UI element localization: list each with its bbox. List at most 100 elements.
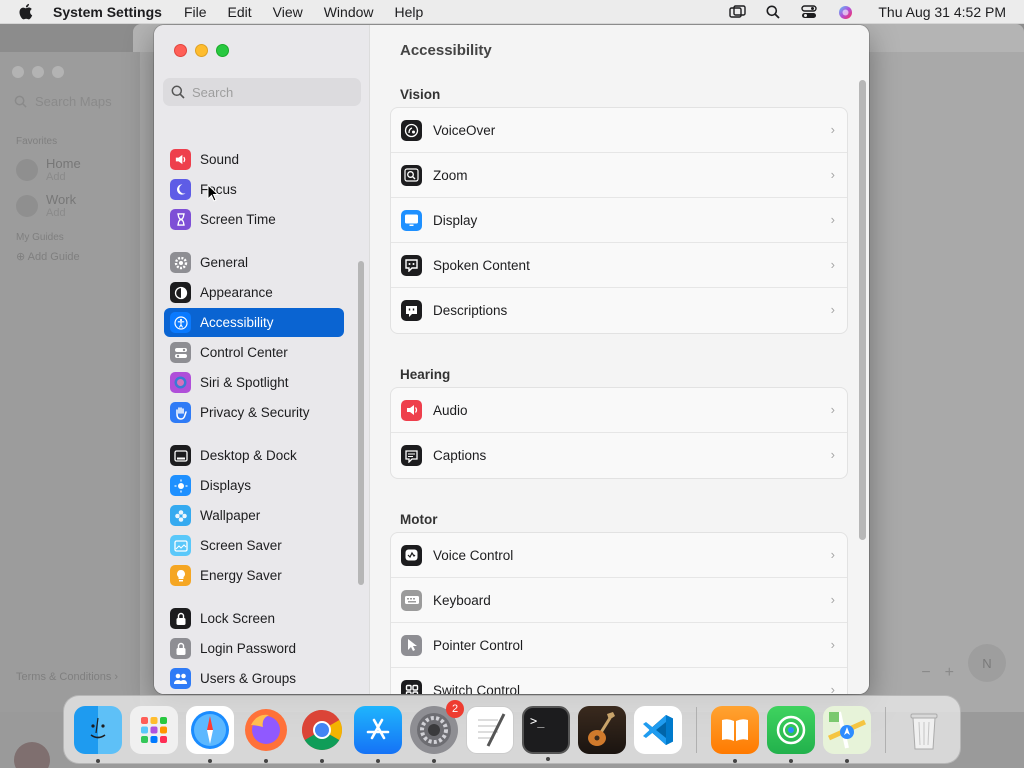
sidebar-item-privacy-security[interactable]: Privacy & Security xyxy=(164,398,344,427)
app-name-menu[interactable]: System Settings xyxy=(53,4,162,20)
maps-add-guide-button[interactable]: ⊕ Add Guide xyxy=(16,250,80,263)
hand-icon xyxy=(170,402,191,423)
row-audio[interactable]: Audio › xyxy=(391,388,847,433)
briefcase-icon xyxy=(16,194,38,217)
content-scrollbar[interactable] xyxy=(859,80,866,540)
maps-guides-label: My Guides xyxy=(16,232,64,243)
trash-icon[interactable] xyxy=(900,706,948,754)
sidebar-item-lock-screen[interactable]: Lock Screen xyxy=(164,604,344,633)
app-store-icon[interactable] xyxy=(354,705,402,763)
maps-icon[interactable] xyxy=(823,705,871,763)
menu-edit[interactable]: Edit xyxy=(228,4,252,20)
control-center-icon[interactable] xyxy=(800,3,818,21)
compass-button[interactable]: N xyxy=(968,644,1006,682)
sidebar-item-appearance[interactable]: Appearance xyxy=(164,278,344,307)
row-captions[interactable]: Captions › xyxy=(391,433,847,478)
row-voice-control[interactable]: Voice Control › xyxy=(391,533,847,578)
zoom-button[interactable] xyxy=(216,44,229,57)
maps-window-controls[interactable] xyxy=(12,66,64,78)
chevron-right-icon: › xyxy=(830,592,835,607)
sidebar-item-screen-time[interactable]: Screen Time xyxy=(164,205,344,234)
chevron-right-icon: › xyxy=(830,637,835,652)
zoom-in-button[interactable]: + xyxy=(945,664,954,682)
chrome-icon[interactable] xyxy=(298,706,346,763)
row-label: Spoken Content xyxy=(433,257,530,273)
sidebar-item-login-password[interactable]: Login Password xyxy=(164,634,344,663)
textedit-icon[interactable] xyxy=(466,705,514,754)
dock-separator xyxy=(885,706,886,753)
speaker-icon xyxy=(170,149,191,170)
row-spoken-content[interactable]: Spoken Content › xyxy=(391,243,847,288)
sidebar-item-accessibility[interactable]: Accessibility xyxy=(164,308,344,337)
sidebar-item-sound[interactable]: Sound xyxy=(164,145,344,174)
safari-icon[interactable] xyxy=(186,705,234,763)
sidebar-item-desktop-dock[interactable]: Desktop & Dock xyxy=(164,441,344,470)
avatar xyxy=(14,742,50,768)
row-label: Voice Control xyxy=(433,547,514,563)
menu-help[interactable]: Help xyxy=(395,4,424,20)
close-button[interactable] xyxy=(174,44,187,57)
terminal-icon[interactable]: >_ xyxy=(522,705,570,761)
sidebar-item-energy-saver[interactable]: Energy Saver xyxy=(164,561,344,590)
apple-menu-icon[interactable] xyxy=(18,3,34,20)
maps-search-field[interactable]: Search Maps xyxy=(14,94,112,109)
row-zoom[interactable]: Zoom › xyxy=(391,153,847,198)
sidebar-search[interactable] xyxy=(163,78,361,106)
row-voiceover[interactable]: VoiceOver › xyxy=(391,108,847,153)
menubar-clock[interactable]: Thu Aug 31 4:52 PM xyxy=(878,4,1006,20)
flower-icon xyxy=(170,505,191,526)
sidebar-item-users-groups[interactable]: Users & Groups xyxy=(164,664,344,693)
vscode-icon[interactable] xyxy=(634,705,682,754)
maps-work-sub: Add xyxy=(46,207,66,219)
row-descriptions[interactable]: Descriptions › xyxy=(391,288,847,333)
notification-badge: 2 xyxy=(446,699,464,718)
garageband-icon[interactable] xyxy=(578,705,626,754)
system-settings-icon[interactable]: 2 xyxy=(410,699,464,763)
minimize-button[interactable] xyxy=(195,44,208,57)
window-controls xyxy=(174,44,229,57)
spotlight-search-icon[interactable] xyxy=(764,3,782,21)
menu-view[interactable]: View xyxy=(273,4,303,20)
firefox-icon[interactable] xyxy=(242,706,290,763)
zoom-icon xyxy=(401,164,422,186)
find-my-icon[interactable] xyxy=(767,705,815,763)
maps-terms-link[interactable]: Terms & Conditions › xyxy=(16,671,118,683)
sidebar-item-displays[interactable]: Displays xyxy=(164,471,344,500)
sidebar-scrollbar[interactable] xyxy=(358,261,364,585)
books-icon[interactable] xyxy=(711,705,759,763)
menu-window[interactable]: Window xyxy=(324,4,374,20)
speech-bubble-icon xyxy=(401,254,422,276)
page-title: Accessibility xyxy=(400,42,492,59)
finder-icon[interactable] xyxy=(74,705,122,763)
chevron-right-icon: › xyxy=(830,447,835,462)
zoom-out-button[interactable]: − xyxy=(921,664,930,682)
row-label: Keyboard xyxy=(433,592,491,608)
row-switch-control[interactable]: Switch Control › xyxy=(391,668,847,694)
screen-mirroring-icon[interactable] xyxy=(728,3,746,21)
siri-icon[interactable] xyxy=(836,3,854,21)
sidebar-item-label: Users & Groups xyxy=(200,671,297,686)
users-icon xyxy=(170,668,191,689)
row-pointer-control[interactable]: Pointer Control › xyxy=(391,623,847,668)
accessibility-pane: Accessibility Vision VoiceOver › Zoom › Displ… xyxy=(370,25,869,694)
sidebar-item-focus[interactable]: Focus xyxy=(164,175,344,204)
maps-favorite-work[interactable]: Work Add xyxy=(16,192,76,219)
row-keyboard[interactable]: Keyboard › xyxy=(391,578,847,623)
row-display[interactable]: Display › xyxy=(391,198,847,243)
sidebar-item-control-center[interactable]: Control Center xyxy=(164,338,344,367)
row-label: Switch Control xyxy=(433,683,521,694)
speaker-icon xyxy=(401,399,422,421)
sidebar-item-label: Wallpaper xyxy=(200,508,261,523)
voice-control-icon xyxy=(401,544,422,566)
moon-icon xyxy=(170,179,191,200)
display-icon xyxy=(401,209,422,231)
menu-file[interactable]: File xyxy=(184,4,207,20)
sidebar-item-general[interactable]: General xyxy=(164,248,344,277)
sidebar-item-screen-saver[interactable]: Screen Saver xyxy=(164,531,344,560)
sidebar-item-wallpaper[interactable]: Wallpaper xyxy=(164,501,344,530)
mouse-cursor-icon xyxy=(207,184,219,202)
launchpad-icon[interactable] xyxy=(130,705,178,754)
maps-favorite-home[interactable]: Home Add xyxy=(16,156,81,183)
search-input[interactable] xyxy=(192,84,352,100)
sidebar-item-siri-spotlight[interactable]: Siri & Spotlight xyxy=(164,368,344,397)
